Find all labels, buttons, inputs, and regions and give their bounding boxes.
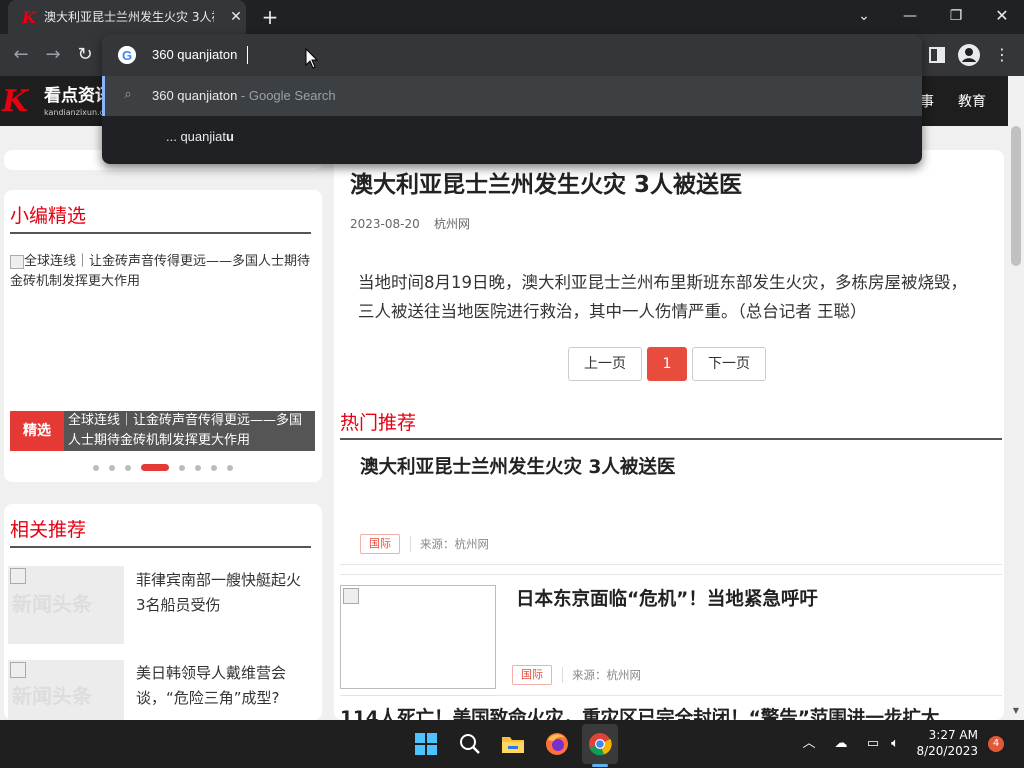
broken-image-icon	[10, 568, 26, 584]
broken-image-icon	[10, 254, 24, 269]
tab-close-icon[interactable]: ✕	[226, 7, 246, 27]
carousel-dot[interactable]	[93, 465, 99, 471]
new-tab-button[interactable]: +	[258, 6, 282, 30]
taskbar-clock[interactable]: 3:27 AM 8/20/2023	[888, 727, 978, 759]
current-page-button[interactable]: 1	[647, 347, 687, 381]
omnibox-suggestion[interactable]: ⌕ 360 quanjiaton - Google Search	[102, 76, 922, 116]
omnibox-dropdown: G 360 quanjiaton ⌕ 360 quanjiaton - Goog…	[102, 34, 922, 164]
file-explorer-icon[interactable]	[499, 730, 527, 758]
next-page-button[interactable]: 下一页	[692, 347, 766, 381]
clock-date: 8/20/2023	[916, 744, 978, 758]
close-window-button[interactable]: ✕	[988, 4, 1016, 28]
suggestion-text[interactable]: ... quanjiatu	[166, 128, 234, 146]
nav-item-shi[interactable]: 事	[920, 92, 934, 112]
tab-title: 澳大利亚昆士兰州发生火灾 3人被送医	[44, 10, 214, 24]
profile-avatar-icon[interactable]	[958, 44, 980, 66]
list-divider	[340, 695, 1002, 696]
tag-divider	[410, 536, 411, 552]
clock-time: 3:27 AM	[928, 728, 978, 742]
category-tag[interactable]: 国际	[360, 534, 400, 554]
suggestion-prefix: ... quanjiat	[166, 129, 226, 144]
site-logo-icon[interactable]: K	[2, 84, 40, 120]
browser-tab[interactable]: K 澳大利亚昆士兰州发生火灾 3人被送医 ✕	[8, 0, 246, 34]
list-divider	[340, 574, 1002, 575]
side-panel-icon[interactable]	[926, 44, 948, 66]
minimize-button[interactable]: —	[896, 4, 924, 28]
hot-item-title[interactable]: 日本东京面临“危机”！当地紧急呼吁	[516, 587, 818, 613]
article-date: 2023-08-20	[350, 217, 420, 231]
hot-item-title[interactable]: 114人死亡！美国致命火灾，重灾区已完全封闭！“警告”范围进一步扩大	[340, 706, 939, 720]
suggestion-text: 360 quanjiaton - Google Search	[152, 87, 336, 105]
carousel-dot[interactable]	[179, 465, 185, 471]
hot-item-clip: 114人死亡！美国致命火灾，重灾区已完全封闭！“警告”范围进一步扩大	[340, 706, 1002, 720]
related-title: 相关推荐	[10, 519, 87, 541]
editor-pick-title: 小编精选	[10, 205, 87, 227]
related-thumbnail[interactable]: 新闻头条	[8, 566, 124, 644]
nav-item-education[interactable]: 教育	[958, 92, 986, 112]
carousel-dot[interactable]	[195, 465, 201, 471]
site-logo-domain: kandianzixun.c	[44, 108, 104, 117]
hot-item-source: 来源：杭州网	[572, 668, 641, 682]
restore-button[interactable]: ❐	[942, 4, 970, 28]
suggestion-completion: u	[226, 129, 234, 144]
section-divider	[340, 438, 1002, 440]
cloud-offline-icon[interactable]: ☁	[832, 736, 850, 752]
carousel-dot[interactable]	[109, 465, 115, 471]
broken-image-icon	[343, 588, 359, 604]
start-icon[interactable]	[412, 730, 440, 758]
forward-button[interactable]: →	[42, 44, 64, 66]
carousel-dot-active[interactable]	[141, 464, 169, 471]
chevron-up-icon[interactable]: ︿	[800, 736, 818, 752]
mouse-cursor-icon	[305, 48, 319, 69]
address-bar[interactable]: G 360 quanjiaton	[102, 34, 922, 76]
featured-badge: 精选	[10, 411, 64, 451]
section-divider	[10, 232, 311, 234]
search-icon[interactable]	[456, 730, 484, 758]
firefox-icon[interactable]	[543, 730, 571, 758]
hot-item-image[interactable]	[340, 585, 496, 689]
category-tag[interactable]: 国际	[512, 665, 552, 685]
article-title: 澳大利亚昆士兰州发生火灾 3人被送医	[350, 172, 743, 198]
chrome-icon[interactable]	[586, 730, 614, 758]
hot-item-source: 来源：杭州网	[420, 537, 489, 551]
article-source: 杭州网	[434, 217, 471, 231]
related-item-title[interactable]: 美日韩领导人戴维营会谈，“危险三角”成型?	[136, 661, 312, 711]
carousel-dot[interactable]	[227, 465, 233, 471]
editor-pick-image[interactable]: 全球连线｜让金砖声音传得更远——多国人士期待金砖机制发挥更大作用	[10, 252, 310, 292]
search-icon: ⌕	[124, 87, 132, 102]
back-button[interactable]: ←	[10, 44, 32, 66]
site-favicon-icon: K	[21, 8, 37, 26]
browser-menu-icon[interactable]: ⋮	[992, 44, 1012, 66]
scroll-down-arrow-icon[interactable]: ▼	[1011, 706, 1021, 716]
section-divider	[10, 546, 311, 548]
network-icon[interactable]: ▭	[864, 736, 882, 752]
hot-title: 热门推荐	[340, 412, 417, 434]
article-body: 当地时间8月19日晚，澳大利亚昆士兰州布里斯班东部发生火灾，多栋房屋被烧毁，三人…	[358, 273, 967, 321]
svg-text:K: K	[21, 8, 37, 26]
thumbnail-watermark: 新闻头条	[12, 592, 92, 616]
tag-divider	[562, 667, 563, 683]
text-caret	[247, 46, 248, 64]
address-input[interactable]: 360 quanjiaton	[152, 46, 237, 64]
list-divider	[340, 564, 1002, 565]
reload-button[interactable]: ↻	[74, 44, 96, 66]
carousel-dot[interactable]	[211, 465, 217, 471]
active-indicator	[592, 764, 608, 767]
scrollbar-thumb[interactable]	[1011, 126, 1021, 266]
google-icon: G	[118, 46, 136, 64]
prev-page-button[interactable]: 上一页	[568, 347, 642, 381]
broken-image-icon	[10, 662, 26, 678]
notification-badge[interactable]: 4	[988, 736, 1004, 752]
svg-text:G: G	[122, 48, 132, 63]
related-item-title[interactable]: 菲律宾南部一艘快艇起火 3名船员受伤	[136, 568, 312, 618]
carousel-dot[interactable]	[125, 465, 131, 471]
suggestion-hint: - Google Search	[237, 88, 336, 103]
thumbnail-watermark: 新闻头条	[12, 684, 92, 708]
editor-pick-image-alt: 全球连线｜让金砖声音传得更远——多国人士期待金砖机制发挥更大作用	[10, 254, 311, 289]
related-thumbnail[interactable]: 新闻头条	[8, 660, 124, 720]
hot-item-title[interactable]: 澳大利亚昆士兰州发生火灾 3人被送医	[360, 455, 675, 481]
suggestion-query: 360 quanjiaton	[152, 88, 238, 103]
tab-search-chevron-icon[interactable]: ⌄	[850, 4, 878, 28]
featured-caption[interactable]: 全球连线｜让金砖声音传得更远——多国人士期待金砖机制发挥更大作用	[68, 411, 312, 451]
